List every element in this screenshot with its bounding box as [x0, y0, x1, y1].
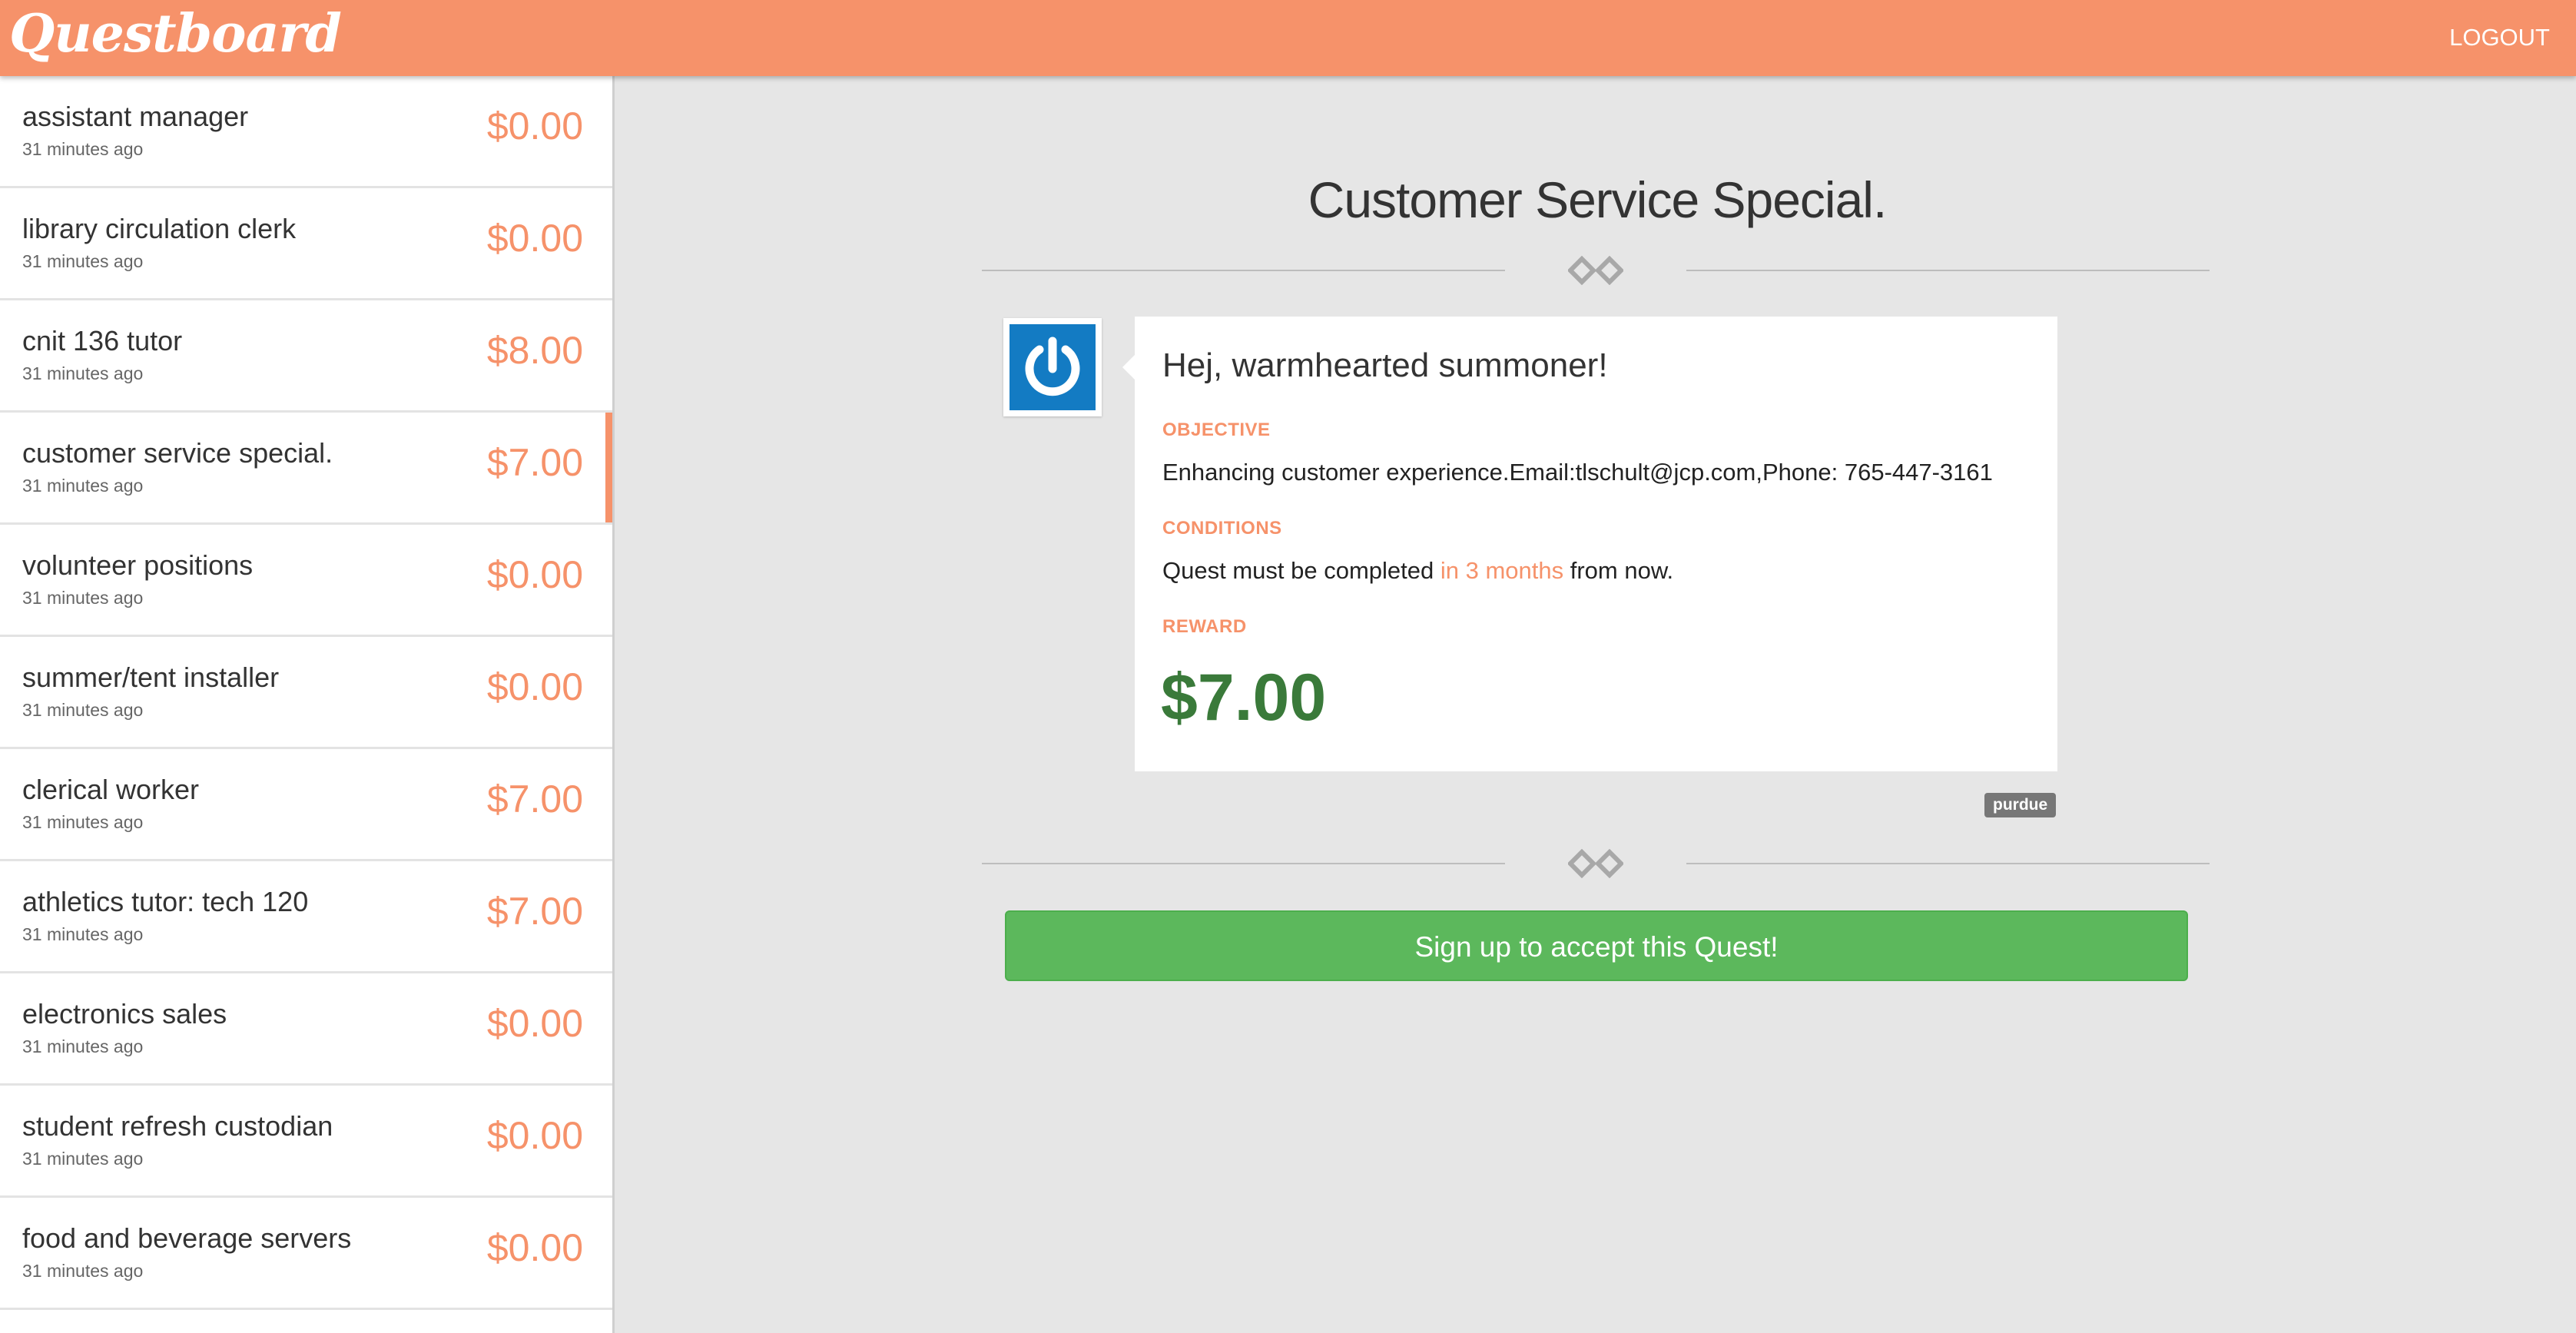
quest-item-amount: $8.00 [486, 329, 583, 372]
quest-item-title: food and beverage servers [22, 1222, 352, 1254]
quest-item-amount: $0.00 [486, 1114, 583, 1157]
quest-item-title: athletics tutor: tech 120 [22, 886, 309, 917]
quest-item-title: cnit 136 tutor [22, 325, 183, 356]
quest-item-amount: $0.00 [486, 1226, 583, 1269]
location-tag[interactable]: purdue [1984, 793, 2057, 817]
quest-title: Customer Service Special. [1308, 171, 1888, 228]
quest-item-title: student refresh custodian [22, 1110, 333, 1142]
quest-item-title: clerical worker [22, 774, 200, 805]
quest-list-item[interactable]: electronics sales 31 minutes ago $0.00 [0, 973, 612, 1086]
quest-item-time: 31 minutes ago [22, 700, 144, 720]
objective-text: Enhancing customer experience.Email:tlsc… [1162, 459, 1993, 486]
quest-list-item[interactable]: student refresh custodian 31 minutes ago… [0, 1086, 612, 1198]
top-bar: Questboard LOGOUT [0, 0, 2576, 76]
quest-list-item[interactable]: volunteer positions 31 minutes ago $0.00 [0, 525, 612, 637]
reward-value: $7.00 [1161, 661, 1327, 734]
quest-list: assistant manager 31 minutes ago $0.00 l… [0, 76, 615, 1333]
power-icon [1025, 337, 1080, 396]
quest-item-title: summer/tent installer [22, 662, 280, 693]
quest-item-amount: $0.00 [486, 665, 583, 708]
quest-item-amount: $0.00 [486, 553, 583, 596]
quest-item-time: 31 minutes ago [22, 476, 144, 496]
quest-list-item[interactable]: athletics tutor: tech 120 31 minutes ago… [0, 861, 612, 973]
quest-item-amount: $0.00 [486, 104, 583, 148]
quest-list-item[interactable]: summer/tent installer 31 minutes ago $0.… [0, 637, 612, 749]
quest-item-time: 31 minutes ago [22, 251, 144, 271]
quest-item-amount: $7.00 [486, 441, 583, 484]
quest-item-time: 31 minutes ago [22, 924, 144, 944]
quest-item-amount: $0.00 [486, 1002, 583, 1045]
quest-item-time: 31 minutes ago [22, 1036, 144, 1056]
reward-label: REWARD [1162, 616, 1247, 637]
avatar [1003, 318, 1102, 416]
quest-item-time: 31 minutes ago [22, 588, 144, 608]
conditions-label: CONDITIONS [1162, 518, 1282, 539]
app-logo[interactable]: Questboard [9, 3, 342, 65]
accept-quest-button[interactable]: Sign up to accept this Quest! [1005, 910, 2188, 981]
conditions-suffix: from now. [1563, 557, 1674, 584]
quest-detail-card: Hej, warmhearted summoner! OBJECTIVE Enh… [1122, 317, 2057, 771]
quest-list-item[interactable]: food and beverage servers 31 minutes ago… [0, 1198, 612, 1310]
quest-item-time: 31 minutes ago [22, 139, 144, 159]
conditions-deadline: in 3 months [1440, 557, 1564, 584]
quest-item-time: 31 minutes ago [22, 1261, 144, 1281]
divider-line-right [1686, 863, 2210, 864]
quest-item-title: electronics sales [22, 998, 227, 1030]
conditions-text: Quest must be completed in 3 months from… [1162, 557, 1673, 585]
diamond-divider-icon [1568, 849, 1623, 878]
quest-item-amount: $7.00 [486, 778, 583, 821]
quest-item-time: 31 minutes ago [22, 363, 144, 383]
quest-item-title: volunteer positions [22, 549, 254, 581]
quest-list-item-active[interactable]: customer service special. 31 minutes ago… [0, 413, 612, 525]
quest-list-item[interactable]: cnit 136 tutor 31 minutes ago $8.00 [0, 300, 612, 413]
conditions-prefix: Quest must be completed [1162, 557, 1441, 584]
avatar-background [1010, 324, 1096, 410]
logout-link[interactable]: LOGOUT [2449, 24, 2550, 51]
objective-label: OBJECTIVE [1162, 419, 1271, 440]
diamond-divider-icon [1568, 256, 1623, 285]
quest-item-title: customer service special. [22, 437, 333, 469]
quest-item-time: 31 minutes ago [22, 1149, 144, 1169]
quest-item-title: assistant manager [22, 101, 249, 132]
divider-line-left [982, 270, 1505, 271]
greeting-text: Hej, warmhearted summoner! [1162, 347, 1608, 384]
quest-list-item[interactable]: clerical worker 31 minutes ago $7.00 [0, 749, 612, 861]
divider-line-right [1686, 270, 2210, 271]
quest-item-amount: $7.00 [486, 890, 583, 933]
divider-line-left [982, 863, 1505, 864]
quest-item-time: 31 minutes ago [22, 812, 144, 832]
